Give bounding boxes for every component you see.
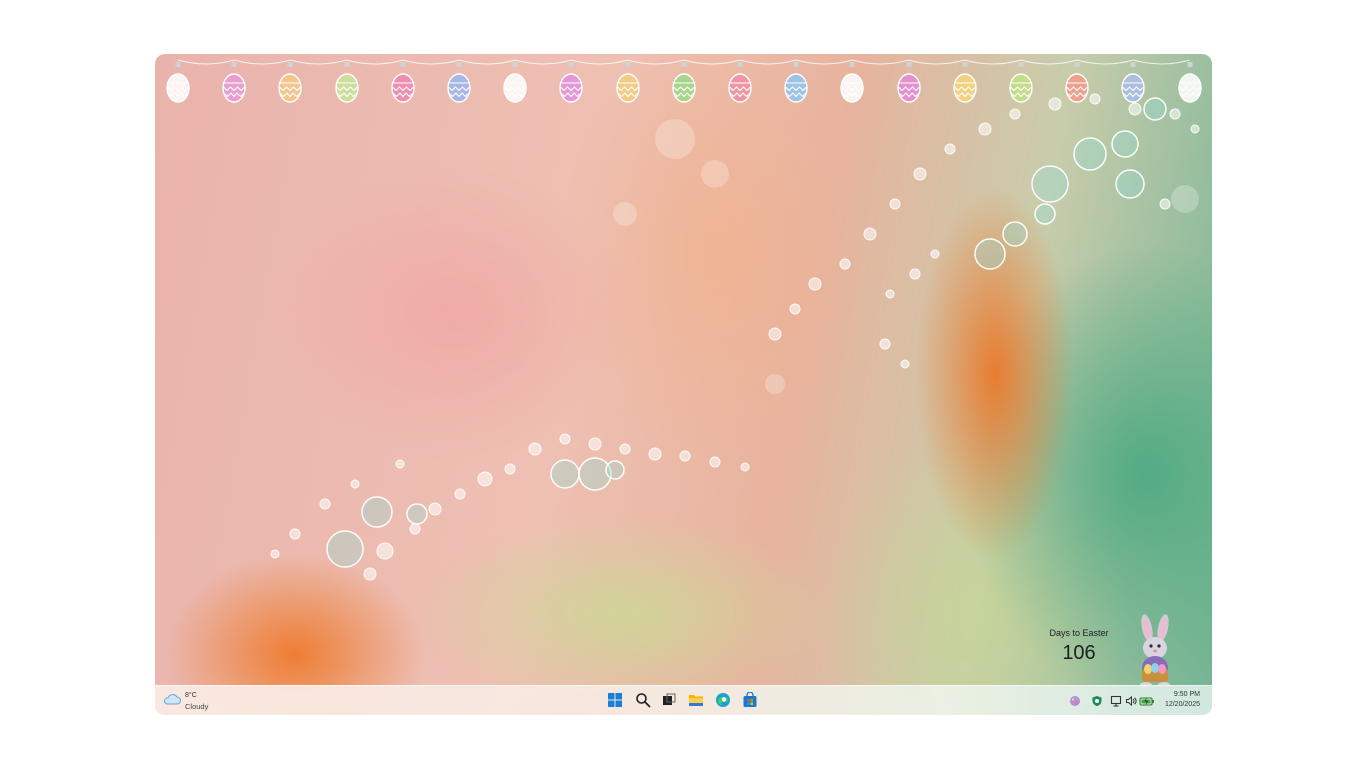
- easter-egg-ornament: [896, 62, 921, 103]
- store-icon[interactable]: [742, 692, 758, 708]
- cloud-icon: [163, 694, 181, 705]
- folder-icon[interactable]: [688, 692, 704, 708]
- edge-browser-icon[interactable]: [715, 692, 731, 708]
- countdown-value: 106: [1062, 642, 1096, 664]
- easter-egg-ornament: [391, 62, 415, 103]
- easter-egg-ornament: [166, 62, 190, 103]
- easter-egg-ornament: [447, 62, 471, 103]
- easter-egg-ornament: [1177, 62, 1202, 103]
- easter-countdown-widget[interactable]: Days to Easter 106: [1039, 628, 1119, 665]
- search-icon[interactable]: [635, 692, 651, 708]
- easter-egg-ornament: [222, 62, 246, 103]
- volume-icon[interactable]: [1125, 695, 1137, 707]
- easter-egg-ornament: [1121, 62, 1146, 103]
- easter-egg-ornament: [953, 62, 977, 103]
- network-icon[interactable]: [1110, 695, 1122, 707]
- desktop-screen: Days to Easter 106 8°C Cloudy 9:50 PM 12…: [155, 54, 1212, 715]
- system-clock[interactable]: 9:50 PM 12/20/2025: [1165, 690, 1200, 710]
- easter-egg-garland: [155, 54, 1212, 114]
- clock-date: 12/20/2025: [1164, 701, 1200, 708]
- easter-egg-ornament: [1065, 62, 1089, 103]
- easter-bunny-icon: [1140, 614, 1170, 688]
- wallpaper: [270, 93, 1200, 581]
- easter-egg-ornament: [278, 62, 303, 103]
- weather-condition: Cloudy: [185, 702, 209, 711]
- easter-egg-ornament: [334, 62, 359, 103]
- battery-icon[interactable]: [1139, 695, 1155, 707]
- palette-icon[interactable]: [1069, 695, 1081, 707]
- weather-temperature: 8°C: [185, 692, 197, 699]
- easter-egg-ornament: [840, 62, 865, 103]
- easter-egg-ornament: [503, 62, 527, 103]
- clock-time: 9:50 PM: [1173, 691, 1200, 698]
- task-view-icon[interactable]: [661, 692, 677, 708]
- easter-egg-ornament: [784, 62, 808, 103]
- taskbar: 8°C Cloudy 9:50 PM 12/20/2025: [155, 685, 1212, 715]
- shield-icon[interactable]: [1091, 695, 1103, 707]
- windows-start-icon[interactable]: [607, 692, 623, 708]
- easter-egg-ornament: [1009, 62, 1033, 103]
- easter-egg-ornament: [672, 62, 696, 103]
- easter-egg-ornament: [728, 62, 752, 103]
- countdown-label: Days to Easter: [1049, 628, 1109, 638]
- easter-egg-ornament: [559, 62, 584, 103]
- easter-egg-ornament: [615, 62, 640, 103]
